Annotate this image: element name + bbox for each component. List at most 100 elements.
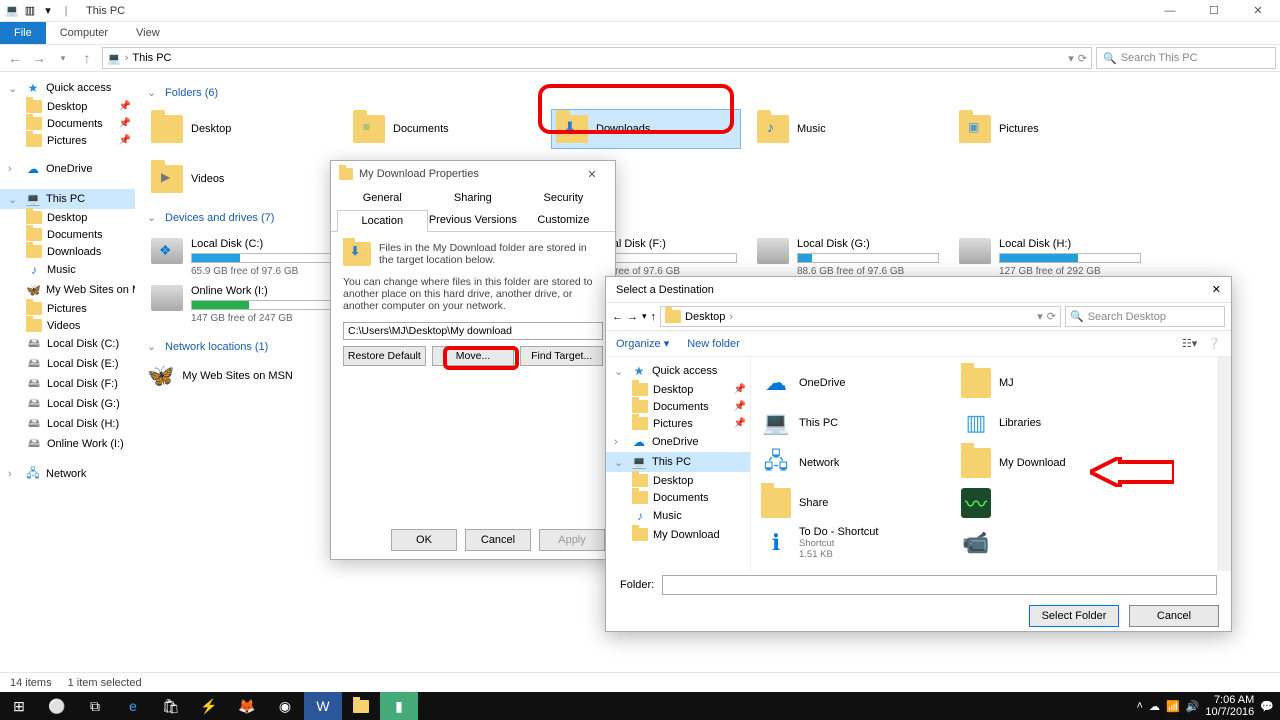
help-icon[interactable]: ❔ bbox=[1207, 337, 1221, 350]
dest-nav-desktop[interactable]: Desktop📌 bbox=[606, 381, 750, 398]
group-folders-header[interactable]: ⌄Folders (6) bbox=[147, 86, 1268, 99]
taskbar-search-icon[interactable]: ⚪ bbox=[38, 692, 76, 720]
maximize-button[interactable]: ☐ bbox=[1192, 0, 1236, 22]
move-button[interactable]: Move... bbox=[432, 346, 515, 366]
dest-item-mj[interactable]: MJ bbox=[957, 363, 1157, 403]
tray-notifications-icon[interactable]: 💬 bbox=[1260, 700, 1274, 713]
taskbar-store-icon[interactable]: 🛍 bbox=[152, 692, 190, 720]
folder-documents[interactable]: Documents bbox=[349, 109, 539, 149]
start-button[interactable]: ⊞ bbox=[0, 692, 38, 720]
tab-previous-versions[interactable]: Previous Versions bbox=[428, 209, 519, 231]
sidebar-pc-videos[interactable]: Videos bbox=[0, 317, 135, 334]
dest-cancel-button[interactable]: Cancel bbox=[1129, 605, 1219, 627]
nav-forward-button[interactable]: → bbox=[28, 47, 50, 69]
dest-nav-pictures[interactable]: Pictures📌 bbox=[606, 415, 750, 432]
tab-general[interactable]: General bbox=[337, 187, 428, 209]
tab-view[interactable]: View bbox=[122, 24, 174, 42]
nav-up-button[interactable]: ↑ bbox=[651, 311, 657, 323]
dest-item-thispc[interactable]: 💻This PC bbox=[757, 403, 957, 443]
tab-location[interactable]: Location bbox=[337, 210, 428, 232]
drive-i[interactable]: Online Work (I:)147 GB free of 247 GB bbox=[147, 281, 337, 328]
dest-item-libraries[interactable]: ▥Libraries bbox=[957, 403, 1157, 443]
drive-c[interactable]: Local Disk (C:)65.9 GB free of 97.6 GB bbox=[147, 234, 337, 281]
sidebar-documents[interactable]: Documents📌 bbox=[0, 115, 135, 132]
tab-computer[interactable]: Computer bbox=[46, 24, 122, 42]
dest-item-share[interactable]: Share bbox=[757, 483, 957, 523]
sidebar-desktop[interactable]: Desktop📌 bbox=[0, 98, 135, 115]
sidebar-pc-documents[interactable]: Documents bbox=[0, 226, 135, 243]
breadcrumb[interactable]: 💻 › This PC ▾ ⟳ bbox=[102, 47, 1092, 69]
sidebar-pc-downloads[interactable]: Downloads bbox=[0, 243, 135, 260]
ok-button[interactable]: OK bbox=[391, 529, 457, 551]
dest-item-onedrive[interactable]: ☁OneDrive bbox=[757, 363, 957, 403]
taskbar-taskview-icon[interactable]: ⧉ bbox=[76, 692, 114, 720]
sidebar-pictures[interactable]: Pictures📌 bbox=[0, 132, 135, 149]
tray-onedrive-icon[interactable]: ☁ bbox=[1149, 700, 1160, 713]
tray-clock[interactable]: 7:06 AM10/7/2016 bbox=[1205, 694, 1254, 718]
folder-name-input[interactable] bbox=[662, 575, 1217, 595]
minimize-button[interactable]: — bbox=[1148, 0, 1192, 22]
new-folder-button[interactable]: New folder bbox=[687, 338, 740, 350]
sidebar-drive-e[interactable]: 🖴Local Disk (E:) bbox=[0, 354, 135, 374]
sidebar-drive-h[interactable]: 🖴Local Disk (H:) bbox=[0, 414, 135, 434]
dest-item-cam[interactable]: 📹 bbox=[957, 523, 1157, 563]
nav-back-button[interactable]: ← bbox=[612, 311, 623, 323]
sidebar-pc-music[interactable]: ♪Music bbox=[0, 260, 135, 280]
nav-back-button[interactable]: ← bbox=[4, 47, 26, 69]
sidebar-pc-pictures[interactable]: Pictures bbox=[0, 300, 135, 317]
dest-search-input[interactable]: 🔍Search Desktop bbox=[1065, 306, 1225, 327]
sidebar-quick-access[interactable]: ⌄★Quick access bbox=[0, 78, 135, 98]
dest-titlebar[interactable]: Select a Destination✕ bbox=[606, 277, 1231, 303]
refresh-icon[interactable]: ⟳ bbox=[1047, 310, 1056, 323]
dest-nav-pc-documents[interactable]: Documents bbox=[606, 489, 750, 506]
location-path-input[interactable] bbox=[343, 322, 603, 340]
tab-security[interactable]: Security bbox=[518, 187, 609, 209]
dest-nav-pc-mydownload[interactable]: My Download bbox=[606, 526, 750, 543]
search-input[interactable]: 🔍 Search This PC bbox=[1096, 47, 1276, 69]
taskbar-edge-icon[interactable]: e bbox=[114, 692, 152, 720]
qat-newfolder-icon[interactable]: ▾ bbox=[40, 3, 56, 19]
folder-desktop[interactable]: Desktop bbox=[147, 109, 337, 149]
dest-nav-thispc[interactable]: ⌄💻This PC bbox=[606, 452, 750, 472]
taskbar-explorer-icon[interactable] bbox=[342, 692, 380, 720]
close-icon[interactable]: ✕ bbox=[577, 168, 607, 181]
sidebar-pc-mywebsites[interactable]: 🦋My Web Sites on M bbox=[0, 280, 135, 300]
taskbar-app2-icon[interactable]: ▮ bbox=[380, 692, 418, 720]
tab-sharing[interactable]: Sharing bbox=[428, 187, 519, 209]
properties-titlebar[interactable]: My Download Properties✕ bbox=[331, 161, 615, 187]
dest-nav-quick[interactable]: ⌄★Quick access bbox=[606, 361, 750, 381]
taskbar-firefox-icon[interactable]: 🦊 bbox=[228, 692, 266, 720]
taskbar-app1-icon[interactable]: ⚡ bbox=[190, 692, 228, 720]
refresh-icon[interactable]: ⟳ bbox=[1078, 52, 1087, 65]
sidebar-drive-g[interactable]: 🖴Local Disk (G:) bbox=[0, 394, 135, 414]
dest-nav-documents[interactable]: Documents📌 bbox=[606, 398, 750, 415]
dest-nav-pc-desktop[interactable]: Desktop bbox=[606, 472, 750, 489]
select-folder-button[interactable]: Select Folder bbox=[1029, 605, 1119, 627]
tray-up-icon[interactable]: ˄ bbox=[1137, 700, 1143, 712]
find-target-button[interactable]: Find Target... bbox=[520, 346, 603, 366]
folder-music[interactable]: Music bbox=[753, 109, 943, 149]
organize-button[interactable]: Organize ▾ bbox=[616, 337, 669, 350]
taskbar-chrome-icon[interactable]: ◉ bbox=[266, 692, 304, 720]
folder-downloads[interactable]: Downloads bbox=[551, 109, 741, 149]
nav-recent-button[interactable]: ▾ bbox=[642, 311, 647, 322]
sidebar-drive-c[interactable]: 🖴Local Disk (C:) bbox=[0, 334, 135, 354]
dest-item-todo[interactable]: ℹTo Do - ShortcutShortcut1.51 KB bbox=[757, 523, 957, 563]
view-options-icon[interactable]: ☷▾ bbox=[1182, 337, 1197, 350]
sidebar-this-pc[interactable]: ⌄💻This PC bbox=[0, 189, 135, 209]
cancel-button[interactable]: Cancel bbox=[465, 529, 531, 551]
tab-customize[interactable]: Customize bbox=[518, 209, 609, 231]
dest-item-app[interactable]: 〰 bbox=[957, 483, 1157, 523]
sidebar-network[interactable]: ›🖧Network bbox=[0, 464, 135, 484]
dest-nav-pc-music[interactable]: ♪Music bbox=[606, 506, 750, 526]
dest-breadcrumb[interactable]: Desktop›▾⟳ bbox=[660, 306, 1061, 327]
dest-item-mydownload[interactable]: My Download bbox=[957, 443, 1157, 483]
apply-button[interactable]: Apply bbox=[539, 529, 605, 551]
breadcrumb-item[interactable]: This PC bbox=[132, 52, 171, 64]
nav-forward-button[interactable]: → bbox=[627, 311, 638, 323]
sidebar-drive-i[interactable]: 🖴Online Work (I:) bbox=[0, 434, 135, 454]
taskbar-word-icon[interactable]: W bbox=[304, 692, 342, 720]
sidebar-drive-f[interactable]: 🖴Local Disk (F:) bbox=[0, 374, 135, 394]
tray-network-icon[interactable]: 📶 bbox=[1166, 700, 1180, 713]
nav-recent-button[interactable]: ▾ bbox=[52, 47, 74, 69]
